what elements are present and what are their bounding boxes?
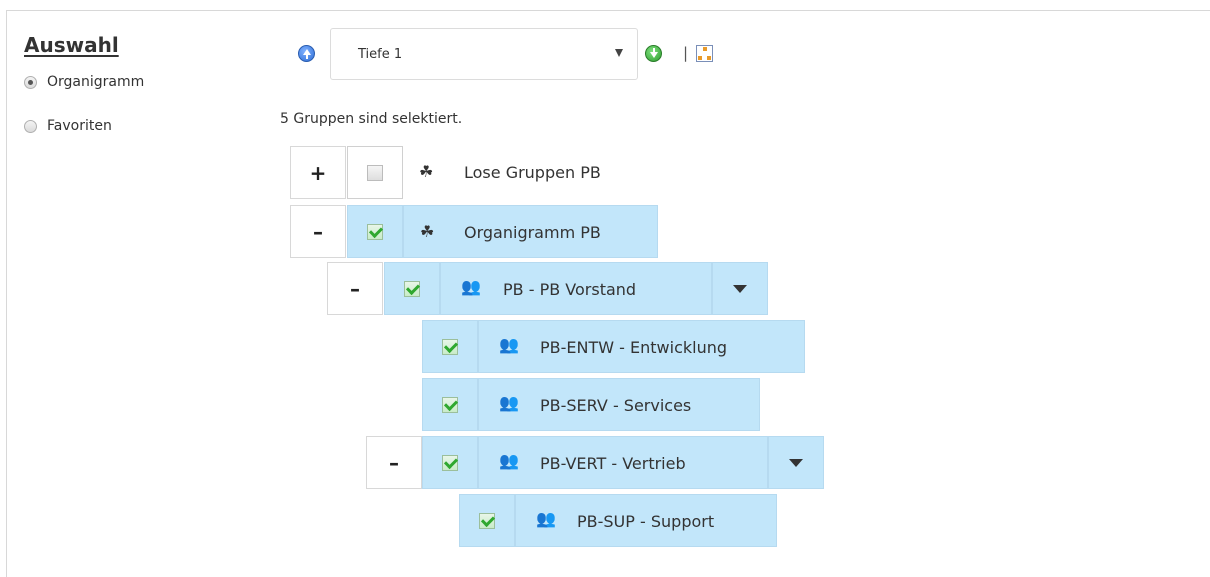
sidebar-title: Auswahl: [24, 33, 119, 57]
checkbox-cell: [422, 436, 478, 489]
checkbox-cell: [422, 378, 478, 431]
collapse-button[interactable]: –: [327, 262, 383, 315]
users-icon: 👥: [499, 393, 519, 412]
checkbox-checked[interactable]: [367, 224, 383, 240]
collapse-button[interactable]: –: [290, 205, 346, 258]
tree-node[interactable]: 👥 PB - PB Vorstand: [440, 262, 712, 315]
checkbox-cell: [384, 262, 440, 315]
org-chart-icon[interactable]: [696, 45, 713, 62]
depth-select-value: Tiefe 1: [358, 47, 403, 62]
tree-node[interactable]: 👥 PB-SERV - Services: [478, 378, 760, 431]
checkbox-cell: [347, 205, 403, 258]
checkbox-checked[interactable]: [442, 397, 458, 413]
toolbar-separator: |: [683, 44, 689, 62]
group-hierarchy-icon: ☘: [419, 162, 434, 181]
tree-node-label[interactable]: Lose Gruppen PB: [464, 163, 601, 182]
radio-button-checked[interactable]: [24, 75, 37, 89]
tree-node-label: Organigramm PB: [464, 223, 601, 242]
caret-down-icon: [789, 459, 803, 467]
tree-node-label: PB - PB Vorstand: [503, 280, 637, 299]
users-icon: 👥: [536, 509, 556, 528]
radio-label: Organigramm: [47, 74, 145, 90]
checkbox-checked[interactable]: [442, 339, 458, 355]
users-icon: 👥: [499, 335, 519, 354]
tree-node[interactable]: 👥 PB-ENTW - Entwicklung: [478, 320, 805, 373]
depth-select[interactable]: Tiefe 1: [330, 28, 638, 80]
checkbox-checked[interactable]: [442, 455, 458, 471]
node-dropdown-button[interactable]: [768, 436, 824, 489]
checkbox[interactable]: [367, 165, 383, 181]
tree-node[interactable]: 👥 PB-VERT - Vertrieb: [478, 436, 768, 489]
tree-node-label: PB-SERV - Services: [540, 396, 692, 415]
tree-node[interactable]: ☘ Organigramm PB: [403, 205, 658, 258]
circle-arrow-up-icon[interactable]: [298, 45, 315, 62]
circle-arrow-down-icon[interactable]: [645, 45, 662, 62]
caret-down-icon: [733, 285, 747, 293]
collapse-button[interactable]: –: [366, 436, 422, 489]
checkbox-checked[interactable]: [404, 281, 420, 297]
selection-status: 5 Gruppen sind selektiert.: [280, 111, 463, 127]
tree-node-label: PB-ENTW - Entwicklung: [540, 338, 728, 357]
node-dropdown-button[interactable]: [712, 262, 768, 315]
checkbox-cell: [347, 146, 403, 199]
users-icon: 👥: [499, 451, 519, 470]
expand-button[interactable]: +: [290, 146, 346, 199]
checkbox-checked[interactable]: [479, 513, 495, 529]
users-icon: 👥: [461, 277, 481, 296]
tree-node-label: PB-VERT - Vertrieb: [540, 454, 686, 473]
checkbox-cell: [422, 320, 478, 373]
chevron-down-icon: [615, 49, 623, 57]
radio-organigramm[interactable]: Organigramm: [24, 74, 144, 90]
radio-button[interactable]: [24, 119, 37, 133]
radio-favoriten[interactable]: Favoriten: [24, 118, 112, 134]
checkbox-cell: [459, 494, 515, 547]
tree-node-label: PB-SUP - Support: [577, 512, 715, 531]
group-hierarchy-icon: ☘: [420, 222, 435, 241]
tree-node[interactable]: 👥 PB-SUP - Support: [515, 494, 777, 547]
radio-label: Favoriten: [47, 118, 112, 134]
